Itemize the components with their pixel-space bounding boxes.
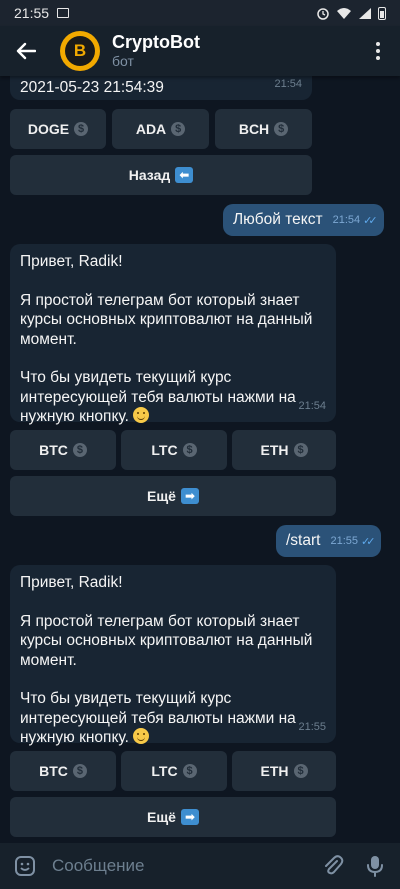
alarm-icon xyxy=(317,8,329,20)
dollar-icon: $ xyxy=(74,122,89,136)
gallery-notification-icon xyxy=(57,8,70,18)
message-time: 21:54 xyxy=(332,214,361,226)
dollar-icon: $ xyxy=(182,764,197,778)
inline-button-ada[interactable]: ADA $ xyxy=(112,109,209,149)
status-time: 21:55 xyxy=(14,5,50,21)
chat-header: B CryptoBot бот xyxy=(0,26,400,76)
message-time: 21:55 xyxy=(298,720,326,733)
message-greeting: Привет, Radik! xyxy=(20,574,123,591)
dollar-icon: $ xyxy=(293,443,308,457)
message-paragraph: Я простой телеграм бот который знает кур… xyxy=(20,612,313,669)
message-incoming[interactable]: 2021-05-23 21:54:39 21:54 xyxy=(10,76,312,100)
emoji-button[interactable] xyxy=(10,851,40,881)
bot-avatar[interactable]: B xyxy=(60,31,100,71)
message-text: Любой текст xyxy=(233,211,323,228)
message-input-bar xyxy=(0,843,400,889)
attach-button[interactable] xyxy=(318,851,348,881)
message-text: 2021-05-23 21:54:39 xyxy=(20,79,164,96)
button-label: ADA xyxy=(135,121,167,137)
inline-button-back[interactable]: Назад ⬅ xyxy=(10,155,312,195)
microphone-icon xyxy=(367,856,383,877)
message-time: 21:54 xyxy=(298,399,326,412)
more-vertical-icon xyxy=(376,42,380,46)
arrow-right-emoji-icon: ➡ xyxy=(180,809,199,825)
button-label: LTC xyxy=(151,763,178,779)
wifi-icon xyxy=(337,7,351,19)
more-menu-button[interactable] xyxy=(356,26,400,76)
message-incoming[interactable]: Привет, Radik! Я простой телеграм бот ко… xyxy=(10,244,336,425)
chat-title-block[interactable]: CryptoBot бот xyxy=(112,32,200,70)
dollar-icon: $ xyxy=(72,443,87,457)
message-time: 21:54 xyxy=(274,77,302,90)
message-list[interactable]: 2021-05-23 21:54:39 21:54 DOGE $ ADA $ BCH… xyxy=(0,76,400,843)
paperclip-icon xyxy=(325,855,344,875)
inline-button-doge[interactable]: DOGE $ xyxy=(10,109,106,149)
double-check-icon: ✓✓ xyxy=(363,214,378,227)
sticker-smile-icon xyxy=(15,856,35,876)
voice-button[interactable] xyxy=(360,851,390,881)
inline-button-btc[interactable]: BTC $ xyxy=(10,751,116,791)
inline-button-bch[interactable]: BCH $ xyxy=(215,109,312,149)
signal-icon xyxy=(359,7,371,19)
dollar-icon: $ xyxy=(171,122,186,136)
dollar-icon: $ xyxy=(72,764,87,778)
message-time: 21:55 xyxy=(330,535,358,547)
button-label: Ещё xyxy=(147,488,176,504)
dollar-icon: $ xyxy=(274,122,289,136)
button-label: DOGE xyxy=(27,121,70,137)
inline-button-eth[interactable]: ETH $ xyxy=(232,430,336,470)
button-label: ETH xyxy=(260,442,289,458)
message-paragraph: Я простой телеграм бот который знает кур… xyxy=(20,291,313,348)
smile-emoji-icon xyxy=(133,407,150,423)
inline-button-eth[interactable]: ETH $ xyxy=(232,751,336,791)
message-text: /start xyxy=(286,532,321,549)
button-label: Ещё xyxy=(147,809,176,825)
button-label: Назад xyxy=(128,167,171,183)
message-paragraph: Что бы увидеть текущий курс интересующей… xyxy=(20,369,296,425)
battery-icon xyxy=(378,6,386,20)
message-incoming[interactable]: Привет, Radik! Я простой телеграм бот ко… xyxy=(10,565,336,746)
message-input[interactable] xyxy=(52,856,318,876)
button-label: BTC xyxy=(39,763,68,779)
inline-button-ltc[interactable]: LTC $ xyxy=(121,751,227,791)
bitcoin-logo-icon: B xyxy=(65,36,95,66)
inline-button-btc[interactable]: BTC $ xyxy=(10,430,116,470)
button-label: ETH xyxy=(260,763,289,779)
message-outgoing[interactable]: Любой текст 21:54 ✓✓ xyxy=(223,204,384,236)
smile-emoji-icon xyxy=(133,728,150,744)
inline-button-more[interactable]: Ещё ➡ xyxy=(10,476,336,516)
chat-title: CryptoBot xyxy=(112,32,200,52)
inline-button-more[interactable]: Ещё ➡ xyxy=(10,797,336,837)
message-outgoing[interactable]: /start 21:55 ✓✓ xyxy=(276,525,382,557)
dollar-icon: $ xyxy=(293,764,308,778)
button-label: LTC xyxy=(151,442,178,458)
dollar-icon: $ xyxy=(182,443,197,457)
message-paragraph: Что бы увидеть текущий курс интересующей… xyxy=(20,690,296,746)
arrow-left-icon xyxy=(16,42,36,60)
button-label: BTC xyxy=(39,442,68,458)
chat-subtitle: бот xyxy=(112,53,134,69)
button-label: BCH xyxy=(238,121,270,137)
arrow-right-emoji-icon: ➡ xyxy=(180,488,199,504)
status-bar: 21:55 xyxy=(0,0,400,26)
back-button[interactable] xyxy=(0,26,52,76)
message-greeting: Привет, Radik! xyxy=(20,253,123,270)
arrow-left-emoji-icon: ⬅ xyxy=(175,167,194,183)
double-check-icon: ✓✓ xyxy=(360,535,376,548)
inline-button-ltc[interactable]: LTC $ xyxy=(121,430,227,470)
